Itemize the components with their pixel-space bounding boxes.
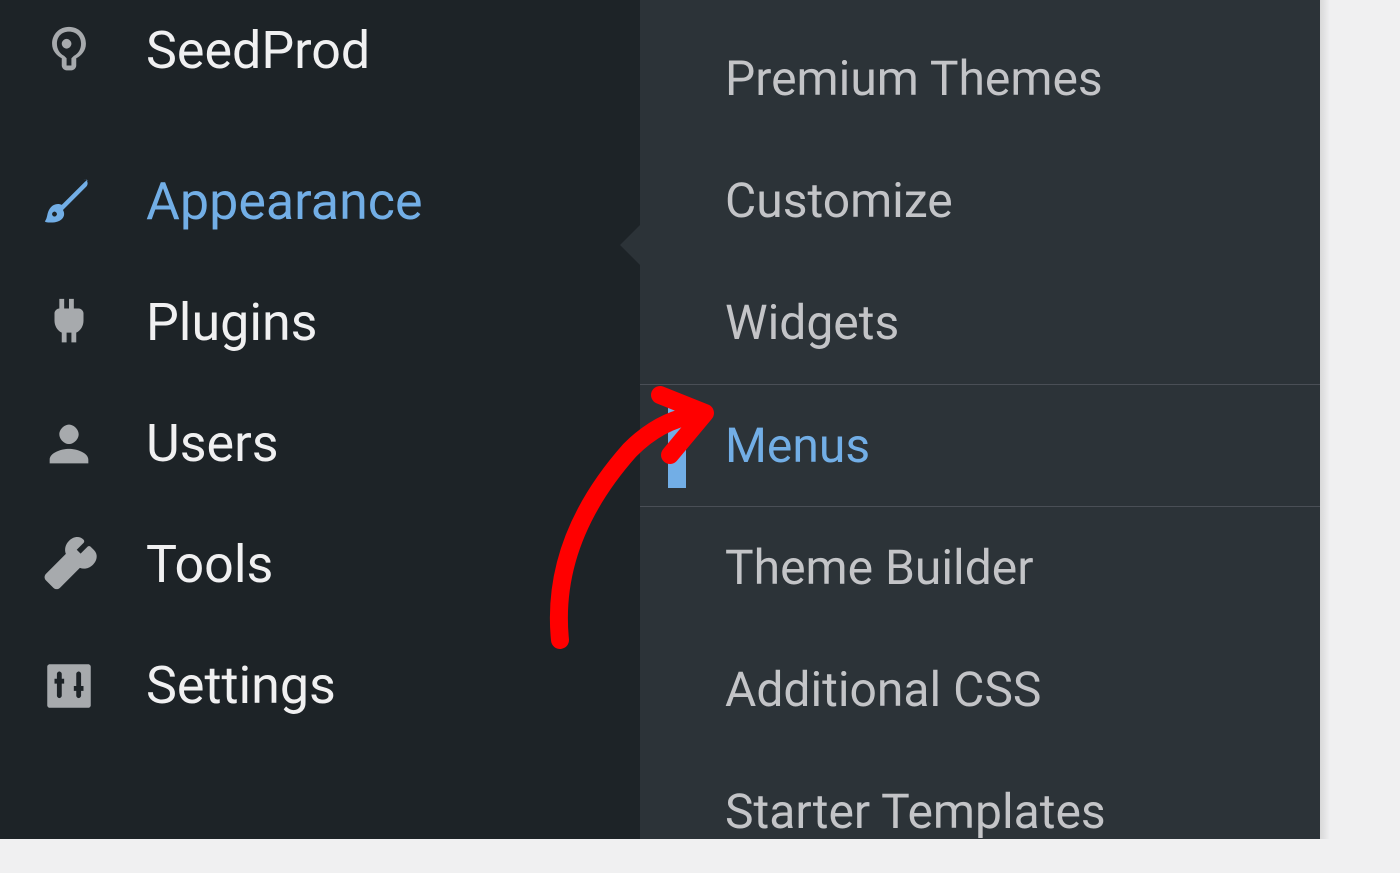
- submenu-item-additional-css[interactable]: Additional CSS: [640, 629, 1320, 751]
- submenu-item-menus[interactable]: Menus: [640, 384, 1320, 507]
- sidebar-item-settings[interactable]: Settings: [0, 625, 640, 746]
- appearance-submenu: Premium Themes Customize Widgets Menus T…: [640, 0, 1320, 839]
- submenu-item-label: Starter Templates: [725, 783, 1106, 840]
- sidebar-item-seedprod[interactable]: SeedProd: [0, 0, 640, 141]
- sidebar-item-users[interactable]: Users: [0, 383, 640, 504]
- sidebar-item-label: Settings: [146, 655, 336, 716]
- admin-sidebar: SeedProd Appearance Plugins Users: [0, 0, 640, 839]
- user-icon: [40, 415, 98, 473]
- sidebar-item-label: Plugins: [146, 292, 318, 353]
- sidebar-item-plugins[interactable]: Plugins: [0, 262, 640, 383]
- sidebar-item-label: Users: [146, 413, 279, 474]
- sidebar-item-label: Tools: [146, 534, 273, 595]
- sliders-icon: [40, 657, 98, 715]
- active-menu-arrow: [620, 225, 640, 265]
- submenu-item-label: Customize: [725, 172, 953, 229]
- submenu-item-label: Menus: [725, 417, 870, 474]
- submenu-item-label: Theme Builder: [725, 539, 1033, 596]
- content-area: [1320, 0, 1400, 839]
- sidebar-item-appearance[interactable]: Appearance: [0, 141, 640, 262]
- seedprod-icon: [40, 22, 98, 80]
- submenu-item-label: Premium Themes: [725, 50, 1103, 107]
- submenu-item-label: Widgets: [725, 294, 899, 351]
- wrench-icon: [40, 536, 98, 594]
- submenu-item-label: Additional CSS: [725, 661, 1041, 718]
- submenu-item-theme-builder[interactable]: Theme Builder: [640, 507, 1320, 629]
- sidebar-item-tools[interactable]: Tools: [0, 504, 640, 625]
- submenu-item-premium-themes[interactable]: Premium Themes: [640, 0, 1320, 140]
- submenu-item-customize[interactable]: Customize: [640, 140, 1320, 262]
- sidebar-item-label: Appearance: [146, 171, 423, 232]
- sidebar-item-label: SeedProd: [146, 20, 370, 81]
- submenu-item-widgets[interactable]: Widgets: [640, 262, 1320, 384]
- plug-icon: [40, 294, 98, 352]
- brush-icon: [40, 173, 98, 231]
- submenu-item-starter-templates[interactable]: Starter Templates: [640, 751, 1320, 873]
